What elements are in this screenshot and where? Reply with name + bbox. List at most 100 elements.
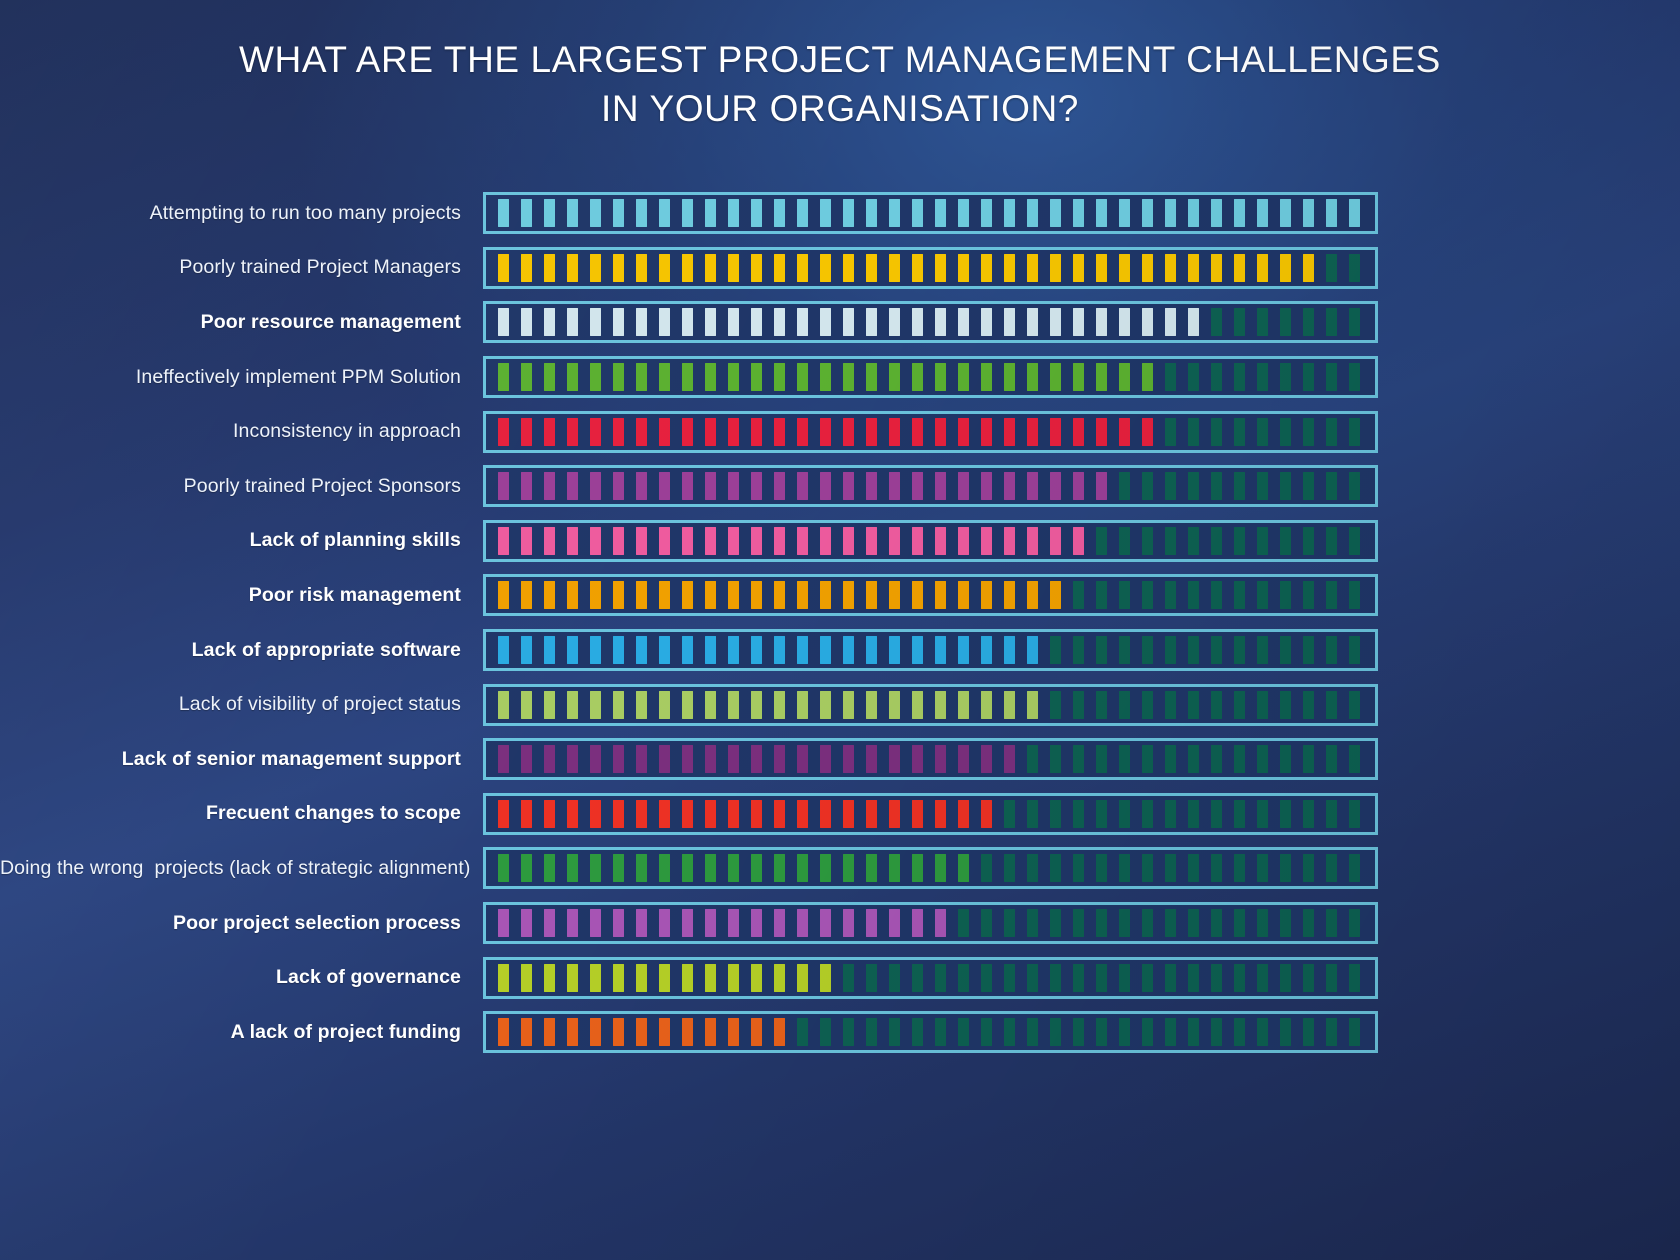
bar-segment-filled — [727, 963, 739, 992]
bar-segment-filled — [1256, 253, 1268, 282]
bar-segment-filled — [1141, 363, 1153, 392]
bar-segment-filled — [957, 745, 969, 774]
bar-segment-empty — [1072, 690, 1084, 719]
bar-segment-filled — [865, 799, 877, 828]
bar-segment-empty — [1302, 472, 1314, 501]
bar-segment-filled — [589, 199, 601, 228]
chart-bar-segments — [486, 1014, 1375, 1050]
bar-segment-filled — [1072, 363, 1084, 392]
bar-segment-empty — [1348, 854, 1360, 883]
bar-segment-empty — [1302, 909, 1314, 938]
bar-segment-empty — [1348, 745, 1360, 774]
bar-segment-filled — [681, 909, 693, 938]
bar-segment-filled — [589, 253, 601, 282]
bar-segment-filled — [1003, 472, 1015, 501]
bar-segment-empty — [1210, 636, 1222, 665]
bar-segment-filled — [842, 472, 854, 501]
bar-segment-empty — [1348, 253, 1360, 282]
bar-segment-filled — [842, 854, 854, 883]
bar-segment-filled — [520, 799, 532, 828]
bar-segment-filled — [635, 526, 647, 555]
bar-segment-empty — [1026, 909, 1038, 938]
bar-segment-filled — [635, 909, 647, 938]
bar-segment-empty — [1233, 308, 1245, 337]
bar-segment-filled — [658, 690, 670, 719]
bar-segment-filled — [865, 253, 877, 282]
bar-segment-empty — [1210, 854, 1222, 883]
bar-segment-filled — [1026, 472, 1038, 501]
bar-segment-filled — [681, 581, 693, 610]
bar-segment-filled — [704, 472, 716, 501]
bar-segment-filled — [819, 799, 831, 828]
bar-segment-filled — [865, 745, 877, 774]
bar-segment-filled — [497, 417, 509, 446]
bar-segment-empty — [1233, 636, 1245, 665]
bar-segment-empty — [1348, 472, 1360, 501]
bar-segment-empty — [1279, 745, 1291, 774]
bar-segment-filled — [957, 472, 969, 501]
bar-segment-filled — [566, 1018, 578, 1047]
chart-bar-track — [483, 792, 1378, 835]
bar-segment-empty — [1026, 799, 1038, 828]
chart-bar-segments — [486, 960, 1375, 996]
bar-segment-filled — [497, 199, 509, 228]
bar-segment-empty — [1141, 636, 1153, 665]
bar-segment-filled — [1026, 308, 1038, 337]
bar-segment-filled — [589, 472, 601, 501]
bar-segment-empty — [1072, 636, 1084, 665]
bar-segment-empty — [1003, 854, 1015, 883]
bar-segment-filled — [750, 472, 762, 501]
bar-segment-empty — [1026, 745, 1038, 774]
bar-segment-filled — [1118, 199, 1130, 228]
chart-bar-segments — [486, 304, 1375, 340]
bar-segment-filled — [842, 799, 854, 828]
bar-segment-filled — [1003, 690, 1015, 719]
bar-segment-filled — [888, 199, 900, 228]
chart-bar-track — [483, 1011, 1378, 1054]
bar-segment-filled — [658, 363, 670, 392]
bar-segment-empty — [1325, 690, 1337, 719]
chart-row: Lack of visibility of project status — [0, 677, 1680, 732]
bar-segment-filled — [1026, 253, 1038, 282]
bar-segment-filled — [842, 690, 854, 719]
bar-segment-filled — [980, 636, 992, 665]
bar-segment-filled — [543, 308, 555, 337]
chart-row: Attempting to run too many projects — [0, 186, 1680, 241]
bar-segment-filled — [727, 745, 739, 774]
chart-row-label: Lack of senior management support — [121, 747, 461, 770]
bar-segment-filled — [796, 909, 808, 938]
bar-segment-filled — [888, 854, 900, 883]
bar-segment-filled — [1072, 526, 1084, 555]
bar-segment-filled — [934, 199, 946, 228]
bar-segment-filled — [1049, 308, 1061, 337]
bar-segment-filled — [865, 690, 877, 719]
bar-segment-filled — [727, 799, 739, 828]
bar-segment-filled — [658, 472, 670, 501]
bar-segment-filled — [750, 308, 762, 337]
bar-segment-filled — [934, 526, 946, 555]
bar-segment-filled — [773, 253, 785, 282]
bar-segment-filled — [520, 253, 532, 282]
bar-segment-filled — [934, 363, 946, 392]
bar-segment-empty — [1279, 1018, 1291, 1047]
bar-segment-empty — [1302, 581, 1314, 610]
bar-segment-filled — [957, 854, 969, 883]
bar-segment-filled — [727, 1018, 739, 1047]
bar-segment-empty — [1256, 799, 1268, 828]
bar-segment-filled — [773, 690, 785, 719]
bar-segment-filled — [796, 308, 808, 337]
bar-segment-filled — [658, 799, 670, 828]
bar-segment-empty — [980, 963, 992, 992]
bar-segment-filled — [865, 909, 877, 938]
bar-segment-filled — [704, 745, 716, 774]
bar-segment-filled — [681, 1018, 693, 1047]
bar-segment-filled — [681, 253, 693, 282]
bar-segment-filled — [520, 1018, 532, 1047]
bar-segment-empty — [1256, 636, 1268, 665]
bar-segment-filled — [911, 581, 923, 610]
bar-segment-empty — [1210, 526, 1222, 555]
bar-segment-filled — [911, 417, 923, 446]
bar-segment-empty — [1187, 472, 1199, 501]
bar-segment-filled — [865, 526, 877, 555]
bar-segment-empty — [1164, 799, 1176, 828]
